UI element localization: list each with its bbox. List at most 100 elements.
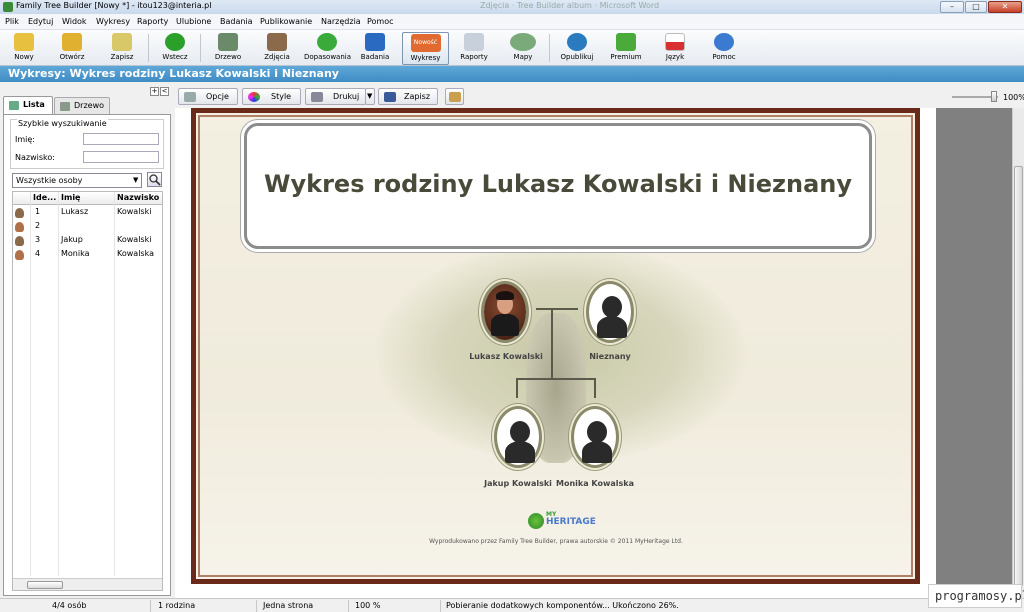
search-button[interactable] [147, 172, 162, 187]
toolbar-save-button[interactable]: Zapisz [100, 32, 144, 65]
menu-narzedzia[interactable]: Narzędzia [321, 17, 361, 26]
person-portrait-mother[interactable] [586, 281, 634, 343]
filter-value: Wszystkie osoby [16, 176, 83, 185]
cell-first-name: Monika [61, 249, 90, 258]
print-dropdown-button[interactable]: ▼ [365, 88, 375, 105]
female-silhouette-icon [587, 421, 607, 443]
zoom-slider-thumb[interactable] [991, 91, 997, 102]
toolbar-label: Opublikuj [560, 53, 594, 61]
status-message: Pobieranie dodatkowych komponentów... Uk… [446, 601, 679, 610]
chevron-down-icon: ▼ [367, 92, 373, 100]
logo-heritage: HERITAGE [546, 517, 596, 527]
table-row[interactable]: 4 Monika Kowalska [13, 248, 162, 262]
pin-icon[interactable]: + [150, 87, 159, 96]
scrollbar-thumb[interactable] [1014, 166, 1023, 586]
toolbar-publish-button[interactable]: Opublikuj [555, 32, 599, 65]
toolbar-new-button[interactable]: Nowy [2, 32, 46, 65]
toolbar-label: Wykresy [410, 54, 441, 62]
home-icon [449, 92, 461, 102]
tab-label: Drzewo [74, 101, 105, 110]
open-folder-icon [62, 33, 82, 51]
menu-widok[interactable]: Widok [62, 17, 87, 26]
toolbar-language-button[interactable]: Język [653, 32, 697, 65]
vertical-scrollbar[interactable] [1012, 108, 1024, 598]
list-panel: Szybkie wyszukiwanie Imię: Nazwisko: Wsz… [3, 114, 171, 596]
tab-lista[interactable]: Lista [3, 96, 53, 114]
status-zoom: 100 % [355, 601, 381, 610]
toolbar-help-button[interactable]: Pomoc [702, 32, 746, 65]
save-label: Zapisz [404, 92, 431, 101]
photos-icon [267, 33, 287, 51]
person-portrait-child2[interactable] [571, 406, 619, 468]
table-row[interactable]: 2 [13, 220, 162, 234]
chevron-down-icon: ▼ [133, 176, 139, 184]
column-header-last-name[interactable]: Nazwisko [117, 193, 159, 202]
toolbar-reports-button[interactable]: Raporty [452, 32, 496, 65]
male-person-icon [15, 208, 24, 218]
zoom-value: 100% [1003, 93, 1024, 102]
tab-drzewo[interactable]: Drzewo [54, 97, 110, 114]
toolbar-charts-button[interactable]: Nowość Wykresy [402, 32, 449, 65]
table-row[interactable]: 1 Lukasz Kowalski [13, 206, 162, 220]
male-person-icon [15, 236, 24, 246]
print-label: Drukuj [333, 92, 360, 101]
save-chart-button[interactable]: Zapisz [378, 88, 438, 105]
column-header-first-name[interactable]: Imię [61, 193, 80, 202]
female-person-icon [15, 250, 24, 260]
maps-icon [510, 33, 536, 51]
toolbar-label: Drzewo [214, 53, 242, 61]
cell-id: 2 [35, 221, 41, 230]
horizontal-scrollbar[interactable] [13, 578, 162, 590]
toolbar-matches-button[interactable]: Dopasowania [304, 32, 351, 65]
status-pages: Jedna strona [263, 601, 314, 610]
toolbar-research-button[interactable]: Badania [353, 32, 397, 65]
print-button[interactable]: Drukuj [305, 88, 366, 105]
person-filter-select[interactable]: Wszystkie osoby ▼ [12, 173, 142, 188]
person-name-mother: Nieznany [589, 352, 631, 361]
toolbar-photos-button[interactable]: Zdjęcia [255, 32, 299, 65]
toolbar-premium-button[interactable]: Premium [604, 32, 648, 65]
maximize-button[interactable]: □ [965, 1, 987, 13]
cell-last-name: Kowalski [117, 235, 152, 244]
first-name-label: Imię: [15, 135, 35, 144]
cell-last-name: Kowalski [117, 207, 152, 216]
toolbar-back-button[interactable]: Wstecz [153, 32, 197, 65]
toolbar-maps-button[interactable]: Mapy [501, 32, 545, 65]
title-bar: Family Tree Builder [Nowy *] - itou123@i… [0, 0, 1024, 14]
menu-badania[interactable]: Badania [220, 17, 253, 26]
menu-raporty[interactable]: Raporty [137, 17, 168, 26]
toolbar-open-button[interactable]: Otwórz [50, 32, 94, 65]
list-icon [9, 101, 19, 110]
menu-ulubione[interactable]: Ulubione [176, 17, 211, 26]
column-header-id[interactable]: Ide... [33, 193, 56, 202]
style-button[interactable]: Style [242, 88, 301, 105]
home-button[interactable] [445, 88, 464, 105]
last-name-field[interactable] [83, 151, 159, 163]
toolbar-label: Nowy [14, 53, 34, 61]
toolbar-tree-button[interactable]: Drzewo [206, 32, 250, 65]
minimize-button[interactable]: – [940, 1, 964, 13]
menu-edytuj[interactable]: Edytuj [28, 17, 53, 26]
last-name-label: Nazwisko: [15, 153, 55, 162]
options-button[interactable]: Opcje [178, 88, 238, 105]
cell-id: 1 [35, 207, 41, 216]
first-name-field[interactable] [83, 133, 159, 145]
menu-plik[interactable]: Plik [5, 17, 19, 26]
toolbar-separator [200, 34, 201, 62]
menu-wykresy[interactable]: Wykresy [96, 17, 130, 26]
sidebar-controls: + < [150, 86, 172, 96]
collapse-icon[interactable]: < [160, 87, 169, 96]
close-button[interactable]: ✕ [988, 1, 1022, 13]
tree-icon [218, 33, 238, 51]
background-window-title: Zdjęcia · Tree Builder album · Microsoft… [480, 1, 660, 10]
toolbar-label: Badania [360, 53, 390, 61]
scrollbar-thumb[interactable] [27, 581, 63, 589]
chart-toolbar: Opcje Style Drukuj ▼ Zapisz [175, 84, 1024, 108]
person-portrait-father[interactable] [481, 281, 529, 343]
person-portrait-child1[interactable] [494, 406, 542, 468]
menu-publikowanie[interactable]: Publikowanie [260, 17, 312, 26]
menu-pomoc[interactable]: Pomoc [367, 17, 394, 26]
menu-bar: Plik Edytuj Widok Wykresy Raporty Ulubio… [0, 14, 1024, 30]
status-separator [440, 600, 441, 612]
table-row[interactable]: 3 Jakup Kowalski [13, 234, 162, 248]
